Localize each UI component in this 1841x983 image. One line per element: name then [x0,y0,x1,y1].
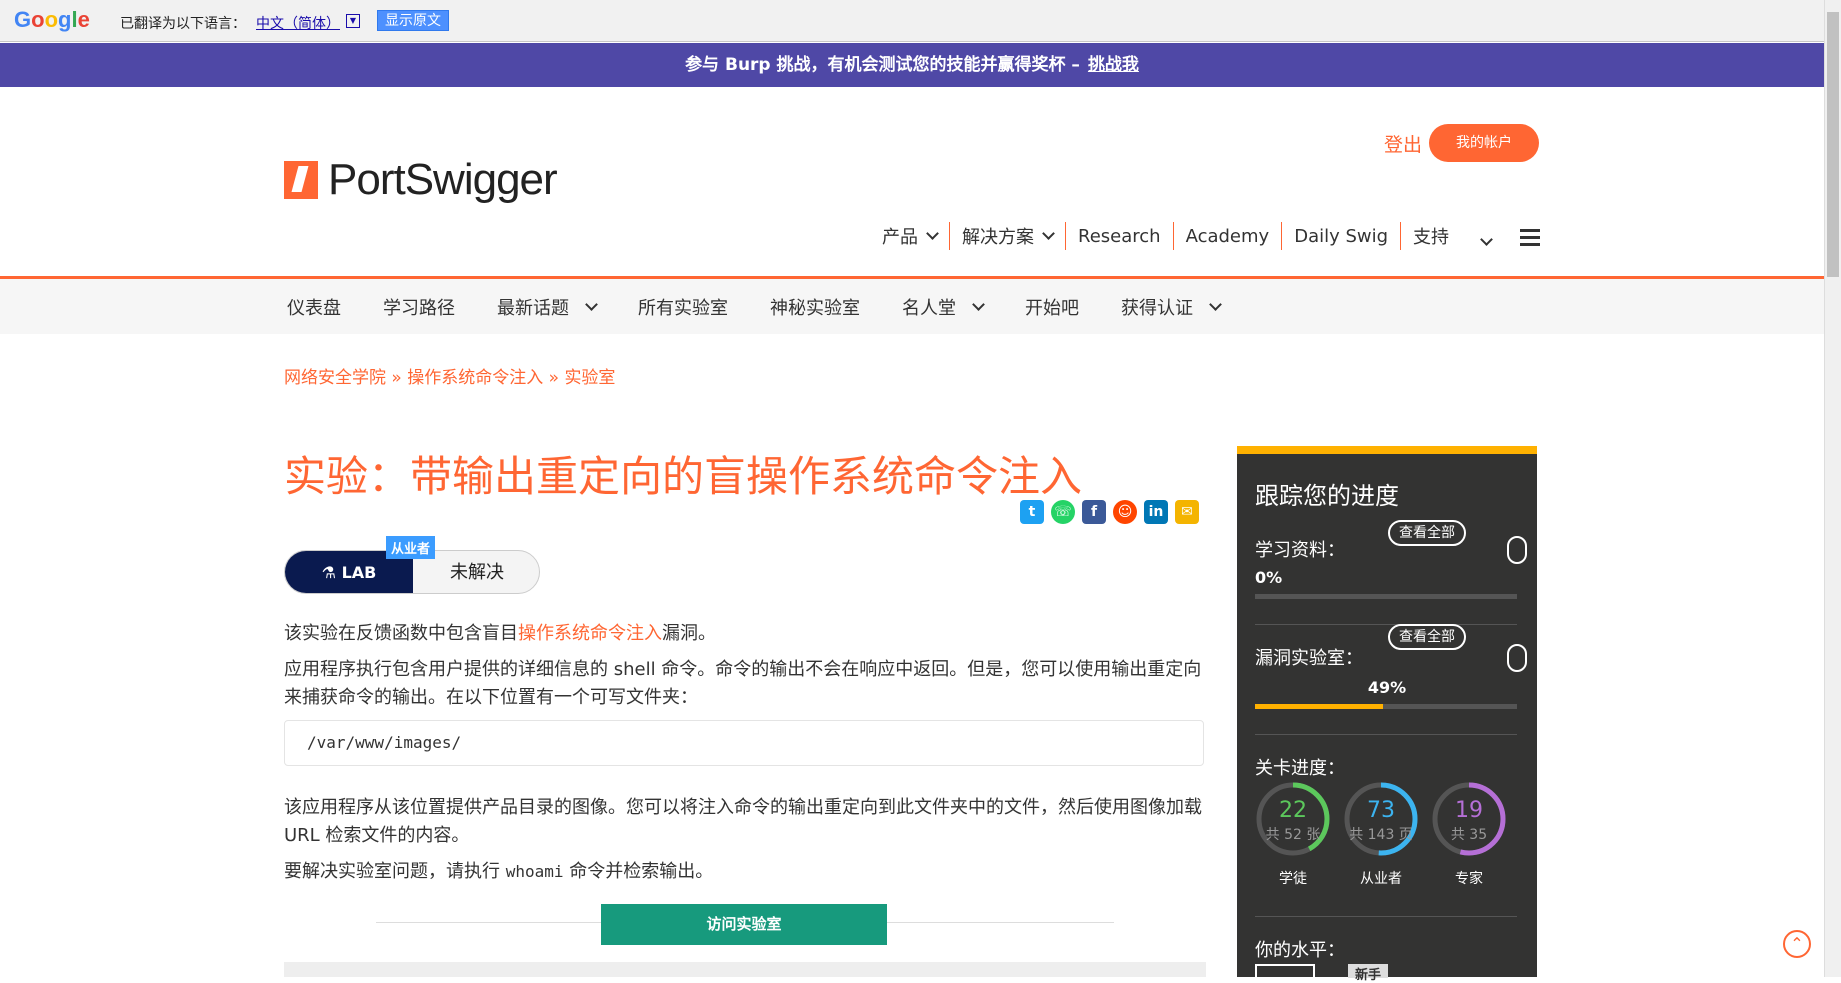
level-badge: 从业者 [386,536,436,559]
email-icon[interactable]: ✉ [1175,500,1199,524]
view-all-labs-button[interactable]: 查看全部 [1388,624,1466,650]
view-all-learning-button[interactable]: 查看全部 [1388,520,1466,546]
chevron-down-icon [1209,298,1222,311]
linkedin-icon[interactable]: in [1144,500,1168,524]
facebook-icon[interactable]: f [1082,500,1106,524]
breadcrumb: 网络安全学院 » 操作系统命令注入 » 实验室 [284,368,616,388]
ring-count: 73 [1367,798,1395,823]
breadcrumb-academy[interactable]: 网络安全学院 [284,368,386,388]
nav-support[interactable]: 支持 [1401,222,1461,250]
labs-percent: 49% [1367,678,1407,697]
academy-nav: 仪表盘 学习路径 最新话题 所有实验室 神秘实验室 名人堂 开始吧 获得认证 [0,279,1824,334]
progress-panel: 跟踪您的进度 学习资料： 查看全部 0% 漏洞实验室： 查看全部 49% 关卡进… [1237,446,1537,977]
subnav-get-started[interactable]: 开始吧 [1025,294,1079,320]
flask-icon: ⚗ [321,563,342,582]
description-paragraph: 应用程序执行包含用户提供的详细信息的 shell 命令。命令的输出不会在响应中返… [284,659,1202,708]
os-command-injection-link[interactable]: 操作系统命令注入 [518,623,662,644]
subnav-all-labs[interactable]: 所有实验室 [638,294,728,320]
reddit-icon[interactable]: ☺ [1113,500,1137,524]
chevron-down-icon[interactable] [1480,233,1493,246]
labs-toggle[interactable] [1507,644,1527,672]
code-block: /var/www/images/ [284,720,1204,766]
menu-icon[interactable] [1520,229,1540,250]
ring-label: 从业者 [1360,871,1402,887]
challenge-link[interactable]: 挑战我 [1088,55,1139,75]
subnav-certification[interactable]: 获得认证 [1121,294,1222,320]
main-nav: 产品 解决方案 Research Academy Daily Swig 支持 [870,222,1461,250]
ring-total: 共 35 [1450,827,1488,843]
language-select[interactable]: 中文（简体） [256,13,340,33]
learning-progress-bar [1255,594,1517,599]
share-links: t ☏ f ☺ in ✉ [1020,500,1206,524]
translated-label: 已翻译为以下语言： [120,16,246,32]
breadcrumb-topic[interactable]: 操作系统命令注入 [407,368,543,388]
ring-total: 共 52 张 [1265,827,1321,843]
level-ring: 19 共 35 [1430,780,1508,858]
level-tag: 新手 [1348,964,1388,983]
description-paragraph: 该实验在反馈函数中包含盲目操作系统命令注入漏洞。 [284,623,716,644]
twitter-icon[interactable]: t [1020,500,1044,524]
chevron-down-icon[interactable]: ▼ [346,14,360,28]
lab-description: 该实验在反馈函数中包含盲目操作系统命令注入漏洞。 应用程序执行包含用户提供的详细… [284,620,1204,894]
show-original-button[interactable]: 显示原文 [377,10,449,31]
solution-section [284,962,1206,977]
promo-text: 参与 Burp 挑战，有机会测试您的技能并赢得奖杯 – [685,55,1080,75]
chevron-down-icon [926,227,939,240]
nav-research[interactable]: Research [1066,222,1174,250]
chevron-down-icon [1042,227,1055,240]
subnav-mystery-labs[interactable]: 神秘实验室 [770,294,860,320]
nav-academy[interactable]: Academy [1174,222,1283,250]
ring-label: 学徒 [1279,871,1307,887]
labs-label: 漏洞实验室： [1255,648,1363,669]
level-indicator [1255,964,1315,978]
nav-products[interactable]: 产品 [870,222,950,250]
translate-bar: Google 已翻译为以下语言： 中文（简体） ▼ 显示原文 [0,0,1824,42]
ring-label: 专家 [1455,871,1483,887]
subnav-learning-path[interactable]: 学习路径 [383,294,455,320]
brand-name: PortSwigger [328,155,558,204]
description-paragraph: 要解决实验室问题，请执行 whoami 命令并检索输出。 [284,861,714,882]
subnav-dashboard[interactable]: 仪表盘 [287,294,341,320]
google-logo[interactable]: Google [14,7,90,33]
learning-percent: 0% [1255,568,1283,587]
scrollbar-thumb[interactable] [1827,12,1839,277]
portswigger-logo[interactable]: PortSwigger [284,155,558,205]
learning-toggle[interactable] [1507,536,1527,564]
nav-daily-swig[interactable]: Daily Swig [1282,222,1402,250]
whatsapp-icon[interactable]: ☏ [1051,500,1075,524]
chevron-down-icon [585,298,598,311]
your-level-label: 你的水平： [1255,940,1345,961]
ring-total: 共 143 页 [1349,827,1413,843]
description-paragraph: 该应用程序从该位置提供产品目录的图像。您可以将注入命令的输出重定向到此文件夹中的… [284,797,1202,846]
access-lab-button[interactable]: 访问实验室 [601,904,887,945]
nav-solutions[interactable]: 解决方案 [950,222,1066,250]
logout-link[interactable]: 登出 [1384,130,1422,157]
ring-count: 22 [1279,798,1307,823]
my-account-button[interactable]: 我的帐户 [1429,124,1539,162]
promo-banner: 参与 Burp 挑战，有机会测试您的技能并赢得奖杯 – 挑战我 [0,43,1824,87]
chevron-down-icon [972,298,985,311]
learning-materials-label: 学习资料： [1255,540,1345,561]
scroll-to-top-icon[interactable]: ⌃ [1783,930,1811,958]
breadcrumb-labs[interactable]: 实验室 [564,368,615,388]
labs-progress-bar [1255,704,1517,709]
level-progress-label: 关卡进度： [1255,758,1345,779]
page-title: 实验：带输出重定向的盲操作系统命令注入 [284,452,1083,501]
level-ring: 22 共 52 张 [1254,780,1332,858]
scrollbar[interactable] [1824,0,1841,977]
subnav-latest-topics[interactable]: 最新话题 [497,294,598,320]
ring-count: 19 [1455,798,1483,823]
progress-title: 跟踪您的进度 [1255,482,1399,510]
portswigger-logo-icon [284,161,318,199]
subnav-hall-of-fame[interactable]: 名人堂 [902,294,985,320]
level-ring: 73 共 143 页 [1342,780,1420,858]
